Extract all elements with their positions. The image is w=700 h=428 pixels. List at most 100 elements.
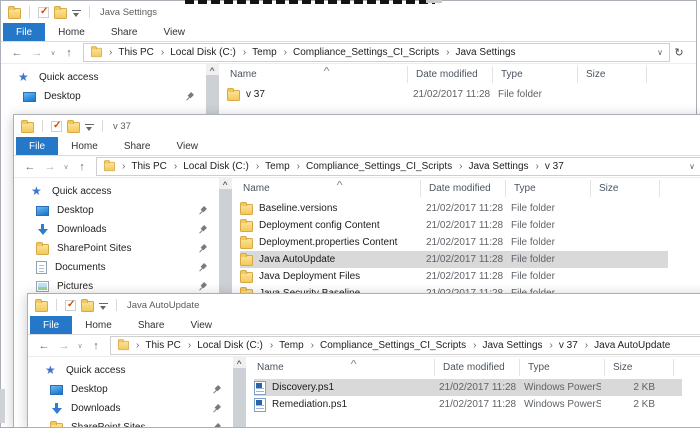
qat-new-folder-icon[interactable] (81, 301, 94, 312)
qat-properties-icon[interactable] (38, 7, 49, 18)
sidebar-item-downloads[interactable]: Downloads (28, 399, 233, 418)
tab-view[interactable]: View (178, 316, 226, 334)
tab-share[interactable]: Share (111, 137, 164, 155)
column-header-date-modified[interactable]: Date modified (407, 66, 492, 83)
address-bar[interactable]: This PC Local Disk (C:) Temp Compliance_… (83, 43, 670, 62)
forward-icon[interactable] (40, 161, 60, 173)
tab-home[interactable]: Home (72, 316, 125, 334)
column-header-type[interactable]: Type (505, 180, 590, 197)
sidebar-item-sharepoint-sites[interactable]: SharePoint Sites (14, 239, 219, 258)
file-type: File folder (490, 89, 575, 100)
refresh-icon[interactable] (670, 46, 688, 59)
nav-scrollbar[interactable] (233, 357, 246, 427)
file-name: Java AutoUpdate (259, 254, 418, 265)
breadcrumb-segment[interactable]: v 37 (530, 161, 565, 172)
up-icon[interactable] (86, 340, 106, 352)
column-header-name[interactable]: Name (240, 180, 420, 197)
qat-properties-icon[interactable] (65, 300, 76, 311)
file-row[interactable]: Deployment.properties Content 21/02/2017… (240, 234, 668, 251)
breadcrumb-segment[interactable]: v 37 (544, 340, 579, 351)
column-header-type[interactable]: Type (519, 359, 604, 376)
tab-file[interactable]: File (30, 316, 72, 334)
tab-home[interactable]: Home (58, 137, 111, 155)
column-header-size[interactable]: Size (604, 359, 674, 376)
sidebar-item-quick-access[interactable]: Quick access (14, 182, 219, 201)
column-header-type[interactable]: Type (492, 66, 577, 83)
tab-home[interactable]: Home (45, 23, 98, 41)
column-header-size[interactable]: Size (590, 180, 660, 197)
up-icon[interactable] (59, 47, 79, 59)
breadcrumb-segment[interactable]: This PC (116, 161, 168, 172)
address-bar[interactable]: This PC Local Disk (C:) Temp Compliance_… (96, 157, 700, 176)
titlebar[interactable]: Java AutoUpdate (28, 294, 700, 316)
back-icon[interactable] (20, 161, 40, 173)
forward-icon[interactable] (27, 47, 47, 59)
column-header-name[interactable]: Name (227, 66, 407, 83)
history-dropdown-icon[interactable] (74, 342, 86, 350)
breadcrumb-segment[interactable]: Java Settings (467, 340, 543, 351)
sidebar-item-desktop[interactable]: Desktop (28, 380, 233, 399)
history-dropdown-icon[interactable] (47, 49, 59, 57)
sidebar-item-documents[interactable]: Documents (14, 258, 219, 277)
column-header-date-modified[interactable]: Date modified (434, 359, 519, 376)
breadcrumb-segment[interactable]: Java Settings (440, 47, 516, 58)
breadcrumb-segment[interactable]: Temp (264, 340, 305, 351)
qat-new-folder-icon[interactable] (54, 8, 67, 19)
tab-file[interactable]: File (16, 137, 58, 155)
breadcrumb-segment[interactable]: Local Disk (C:) (155, 47, 237, 58)
titlebar[interactable]: v 37 (14, 115, 700, 137)
back-icon[interactable] (7, 47, 27, 59)
tab-share[interactable]: Share (98, 23, 151, 41)
breadcrumb-segment[interactable]: Temp (250, 161, 291, 172)
sidebar-item-downloads[interactable]: Downloads (14, 220, 219, 239)
tab-share[interactable]: Share (125, 316, 178, 334)
qat-new-folder-icon[interactable] (67, 122, 80, 133)
tab-view[interactable]: View (151, 23, 199, 41)
folder-icon (50, 423, 63, 427)
file-row-selected[interactable]: Java AutoUpdate 21/02/2017 11:28 File fo… (240, 251, 668, 268)
address-dropdown-icon[interactable] (657, 48, 663, 57)
sidebar-item-desktop[interactable]: Desktop (1, 87, 206, 106)
breadcrumb-segment[interactable]: Temp (237, 47, 278, 58)
column-header-name[interactable]: Name (254, 359, 434, 376)
breadcrumb-segment[interactable]: Compliance_Settings_CI_Scripts (305, 340, 468, 351)
forward-icon[interactable] (54, 340, 74, 352)
breadcrumb-segment[interactable]: This PC (130, 340, 182, 351)
file-row[interactable]: Baseline.versions 21/02/2017 11:28 File … (240, 200, 668, 217)
column-header-size[interactable]: Size (577, 66, 647, 83)
file-row[interactable]: Deployment config Content 21/02/2017 11:… (240, 217, 668, 234)
qat-dropdown-icon[interactable] (85, 124, 94, 131)
sidebar-item-desktop[interactable]: Desktop (14, 201, 219, 220)
back-icon[interactable] (34, 340, 54, 352)
sidebar-item-quick-access[interactable]: Quick access (28, 361, 233, 380)
qat-dropdown-icon[interactable] (99, 303, 108, 310)
pin-icon (195, 222, 209, 236)
file-row[interactable]: Remediation.ps1 21/02/2017 11:28 Windows… (254, 396, 682, 413)
up-icon[interactable] (72, 161, 92, 173)
address-bar[interactable]: This PC Local Disk (C:) Temp Compliance_… (110, 336, 700, 355)
scrollbar-thumb[interactable] (233, 368, 246, 427)
tab-view[interactable]: View (164, 137, 212, 155)
breadcrumb-segment[interactable]: Compliance_Settings_CI_Scripts (291, 161, 454, 172)
sidebar-item-sharepoint-sites[interactable]: SharePoint Sites (28, 418, 233, 427)
scroll-up-icon[interactable] (223, 178, 227, 189)
breadcrumb-segment[interactable]: Compliance_Settings_CI_Scripts (278, 47, 441, 58)
file-row[interactable]: Java Deployment Files 21/02/2017 11:28 F… (240, 268, 668, 285)
breadcrumb-segment[interactable]: Java AutoUpdate (579, 340, 672, 351)
column-header-date-modified[interactable]: Date modified (420, 180, 505, 197)
breadcrumb-segment[interactable]: This PC (103, 47, 155, 58)
file-row-selected[interactable]: Discovery.ps1 21/02/2017 11:28 Windows P… (254, 379, 682, 396)
sidebar-item-quick-access[interactable]: Quick access (1, 68, 206, 87)
qat-dropdown-icon[interactable] (72, 10, 81, 17)
breadcrumb-segment[interactable]: Java Settings (453, 161, 529, 172)
address-dropdown-icon[interactable] (689, 162, 695, 171)
scroll-up-icon[interactable] (210, 64, 214, 75)
qat-properties-icon[interactable] (51, 121, 62, 132)
tab-file[interactable]: File (3, 23, 45, 41)
breadcrumb-segment[interactable]: Local Disk (C:) (168, 161, 250, 172)
scroll-up-icon[interactable] (237, 357, 241, 368)
breadcrumb-segment[interactable]: Local Disk (C:) (182, 340, 264, 351)
file-row[interactable]: v 37 21/02/2017 11:28 File folder (227, 86, 655, 103)
titlebar[interactable]: Java Settings (1, 1, 696, 23)
history-dropdown-icon[interactable] (60, 163, 72, 171)
